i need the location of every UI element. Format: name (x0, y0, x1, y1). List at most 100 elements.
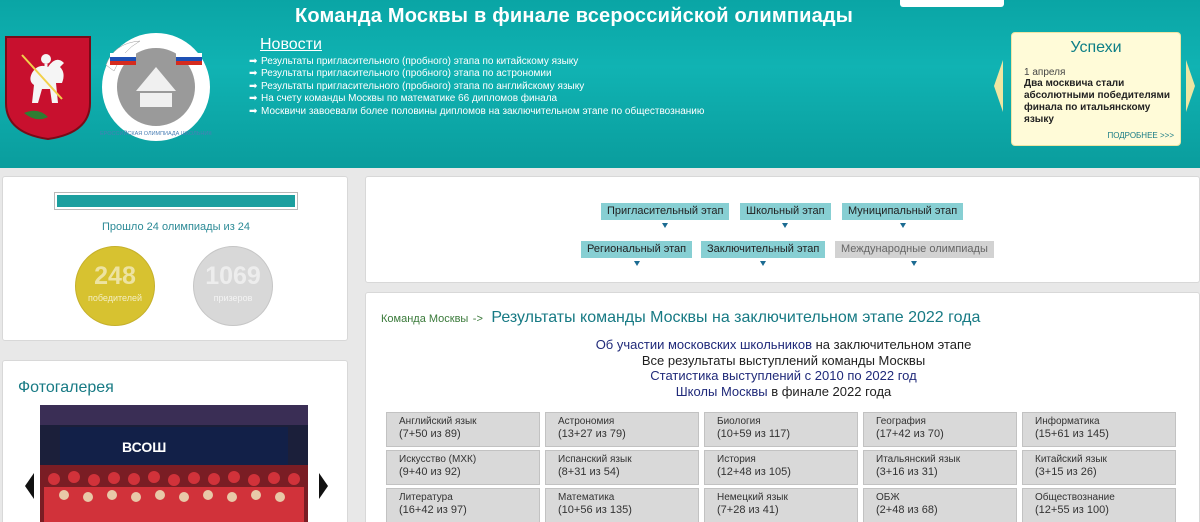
stage-regional[interactable]: Региональный этап (581, 241, 693, 266)
success-text[interactable]: Два москвича стали абсолютными победител… (1024, 78, 1174, 126)
subject-count: (9+40 из 92) (399, 466, 461, 478)
news-item[interactable]: ➡ Результаты пригласительного (пробного) … (249, 81, 704, 93)
winners-badge: 248 победителей (75, 246, 155, 326)
subject-tile[interactable]: География (17+42 из 70) (863, 412, 1017, 447)
subject-tile[interactable]: Информатика (15+61 из 145) (1022, 412, 1176, 447)
subject-tile[interactable]: Обществознание (12+55 из 100) (1022, 488, 1176, 522)
statistics-link[interactable]: Статистика выступлений с 2010 по 2022 го… (650, 368, 916, 383)
subject-name: Информатика (1035, 416, 1100, 427)
photo-gallery-panel: Фотогалерея ВСОШ (2, 360, 348, 522)
news-list: ➡ Результаты пригласительного (пробного) … (249, 56, 704, 118)
subject-count: (7+28 из 41) (717, 504, 779, 516)
subject-count: (8+31 из 54) (558, 466, 620, 478)
subject-count: (12+55 из 100) (1035, 504, 1109, 516)
site-header: Команда Москвы в финале всероссийской ол… (0, 0, 1200, 168)
news-item[interactable]: ➡ Москвичи завоевали более половины дипло… (249, 106, 704, 118)
news-item[interactable]: ➡ Результаты пригласительного (пробного) … (249, 68, 704, 80)
caret-down-icon (633, 261, 640, 266)
subject-name: Обществознание (1035, 492, 1115, 503)
page-title: Результаты команды Москвы на заключитель… (491, 309, 981, 326)
breadcrumb-link[interactable]: Команда Москвы (381, 313, 468, 325)
olympiad-logo[interactable]: ВСЕРОССИЙСКАЯ ОЛИМПИАДА ШКОЛЬНИКОВ (100, 31, 212, 143)
subject-name: География (876, 416, 926, 427)
stage-label: Международные олимпиады (841, 243, 988, 255)
stage-international[interactable]: Международные олимпиады (835, 241, 994, 266)
subject-name: Математика (558, 492, 615, 503)
arrow-right-icon: ➡ (249, 80, 258, 92)
subject-name: Итальянский язык (876, 454, 961, 465)
subject-count: (2+48 из 68) (876, 504, 938, 516)
subject-count: (3+15 из 26) (1035, 466, 1097, 478)
success-next-arrow-icon[interactable] (1186, 60, 1195, 112)
gallery-next-icon[interactable] (319, 473, 328, 499)
news-item[interactable]: ➡ Результаты пригласительного (пробного) … (249, 56, 704, 68)
subject-tile[interactable]: История (12+48 из 105) (704, 450, 858, 485)
stage-municipal[interactable]: Муниципальный этап (842, 203, 964, 228)
link-suffix: в финале 2022 года (767, 383, 892, 399)
success-prev-arrow-icon[interactable] (994, 60, 1003, 112)
subject-tile[interactable]: ОБЖ (2+48 из 68) (863, 488, 1017, 522)
stats-panel: Прошло 24 олимпиады из 24 248 победителе… (2, 176, 348, 341)
results-link-row: Школы Москвы в финале 2022 года (366, 384, 1200, 400)
subject-tile[interactable]: Английский язык (7+50 из 89) (386, 412, 540, 447)
arrow-right-icon: ➡ (249, 105, 258, 117)
gallery-prev-icon[interactable] (25, 473, 34, 499)
stage-school[interactable]: Школьный этап (740, 203, 831, 228)
subject-tile[interactable]: Литература (16+42 из 97) (386, 488, 540, 522)
subject-count: (13+27 из 79) (558, 428, 626, 440)
subject-name: Искусство (МХК) (399, 454, 477, 465)
caret-down-icon (782, 223, 789, 228)
subject-tile[interactable]: Математика (10+56 из 135) (545, 488, 699, 522)
all-results-link[interactable]: Все результаты выступлений команды Москв… (642, 353, 925, 368)
subject-tile[interactable]: Китайский язык (3+15 из 26) (1022, 450, 1176, 485)
results-panel: Команда Москвы -> Результаты команды Мос… (365, 292, 1200, 522)
breadcrumb-separator: -> (472, 313, 483, 325)
arrow-right-icon: ➡ (249, 68, 258, 80)
stage-label: Муниципальный этап (848, 205, 958, 217)
news-item-link[interactable]: На счету команды Москвы по математике 66… (261, 93, 557, 104)
prize-label: призеров (213, 293, 253, 303)
success-card: Успехи 1 апреля Два москвича стали абсол… (1011, 32, 1181, 146)
subject-tile[interactable]: Испанский язык (8+31 из 54) (545, 450, 699, 485)
news-item[interactable]: ➡ На счету команды Москвы по математике 6… (249, 93, 704, 105)
winners-label: победителей (87, 293, 143, 303)
link-suffix: на заключительном этапе (811, 337, 972, 352)
stage-label: Региональный этап (587, 243, 687, 255)
moscow-coat-of-arms-logo[interactable] (2, 33, 94, 141)
subject-name: Астрономия (558, 416, 615, 427)
arrow-right-icon: ➡ (249, 56, 258, 67)
gallery-title: Фотогалерея (18, 379, 114, 396)
site-title: Команда Москвы в финале всероссийской ол… (295, 5, 854, 27)
caret-down-icon (899, 223, 906, 228)
subject-name: Литература (399, 492, 453, 503)
subject-name: Немецкий язык (717, 492, 788, 503)
success-more-link[interactable]: ПОДРОБНЕЕ >>> (1107, 131, 1174, 140)
stage-label: Заключительный этап (707, 243, 820, 255)
subject-count: (3+16 из 31) (876, 466, 938, 478)
participation-link[interactable]: Об участии московских школьников (596, 337, 812, 352)
subject-tile[interactable]: Искусство (МХК) (9+40 из 92) (386, 450, 540, 485)
news-item-link[interactable]: Результаты пригласительного (пробного) э… (261, 81, 584, 92)
prize-count: 1069 (205, 262, 261, 290)
subject-name: История (717, 454, 756, 465)
subject-count: (12+48 из 105) (717, 466, 791, 478)
news-item-link[interactable]: Москвичи завоевали более половины диплом… (261, 106, 704, 117)
subject-tile[interactable]: Астрономия (13+27 из 79) (545, 412, 699, 447)
schools-link[interactable]: Школы Москвы (676, 384, 768, 399)
subject-name: Китайский язык (1035, 454, 1107, 465)
stage-invitational[interactable]: Пригласительный этап (601, 203, 730, 228)
gallery-photo[interactable]: ВСОШ (40, 405, 308, 522)
search-box-edge[interactable] (900, 0, 1004, 7)
subject-tile[interactable]: Итальянский язык (3+16 из 31) (863, 450, 1017, 485)
subject-name: Биология (717, 416, 761, 427)
subject-count: (10+56 из 135) (558, 504, 632, 516)
subject-tile[interactable]: Немецкий язык (7+28 из 41) (704, 488, 858, 522)
stage-final[interactable]: Заключительный этап (701, 241, 826, 266)
olympiad-progress-bar (54, 192, 298, 210)
news-item-link[interactable]: Результаты пригласительного (пробного) э… (261, 56, 578, 67)
news-title[interactable]: Новости (260, 36, 322, 54)
stage-label: Пригласительный этап (607, 205, 724, 217)
subject-name: ОБЖ (876, 492, 900, 503)
subject-tile[interactable]: Биология (10+59 из 117) (704, 412, 858, 447)
news-item-link[interactable]: Результаты пригласительного (пробного) э… (261, 68, 552, 79)
